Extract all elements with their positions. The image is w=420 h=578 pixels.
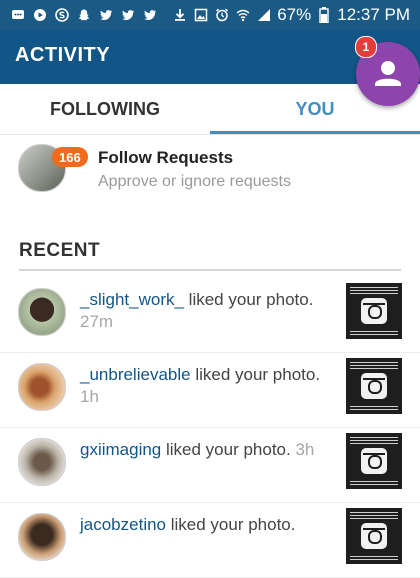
instagram-camera-icon xyxy=(361,448,387,474)
avatar[interactable] xyxy=(18,288,66,336)
notification-badge: 1 xyxy=(355,36,377,58)
activity-text: jacobzetino liked your photo. xyxy=(80,514,342,536)
thumb-footer xyxy=(350,330,398,336)
message-icon xyxy=(10,7,26,23)
snapchat-icon xyxy=(76,7,92,23)
activity-row[interactable]: _unbrelievable liked your photo. 1h xyxy=(0,353,420,428)
activity-action: liked your photo. xyxy=(190,365,321,384)
instagram-camera-icon xyxy=(361,373,387,399)
follow-requests-subtitle: Approve or ignore requests xyxy=(98,173,291,190)
thumb-caption xyxy=(350,511,398,519)
activity-row[interactable]: _slight_work_ liked your photo. 27m xyxy=(0,278,420,353)
alarm-icon xyxy=(214,7,230,23)
username-link[interactable]: gxiimaging xyxy=(80,440,161,459)
photo-thumbnail[interactable] xyxy=(346,358,402,414)
instagram-camera-icon xyxy=(361,298,387,324)
avatar[interactable] xyxy=(18,513,66,561)
thumb-footer xyxy=(350,405,398,411)
photo-thumbnail[interactable] xyxy=(346,433,402,489)
battery-icon xyxy=(316,7,332,23)
photo-thumbnail[interactable] xyxy=(346,283,402,339)
signal-icon xyxy=(256,7,272,23)
timestamp: 1h xyxy=(80,387,99,406)
photo-thumbnail[interactable] xyxy=(346,508,402,564)
activity-text: gxiimaging liked your photo. 3h xyxy=(80,439,342,461)
wifi-icon xyxy=(235,7,251,23)
thumb-caption xyxy=(350,436,398,444)
tab-following[interactable]: FOLLOWING xyxy=(0,84,210,134)
activity-action: liked your photo. xyxy=(183,290,314,309)
page-title: ACTIVITY xyxy=(15,44,111,66)
download-icon xyxy=(172,7,188,23)
follow-requests-row[interactable]: 166 Follow Requests Approve or ignore re… xyxy=(0,138,420,206)
activity-text: _unbrelievable liked your photo. 1h xyxy=(80,364,342,408)
activity-action: liked your photo. xyxy=(161,440,296,459)
avatar[interactable] xyxy=(18,438,66,486)
play-icon xyxy=(32,7,48,23)
thumb-footer xyxy=(350,555,398,561)
s-app-icon xyxy=(54,7,70,23)
clock: 12:37 PM xyxy=(337,5,410,24)
activity-row[interactable]: jacobzetino liked your photo. xyxy=(0,503,420,578)
thumb-footer xyxy=(350,480,398,486)
timestamp: 27m xyxy=(80,312,114,331)
twitter-icon xyxy=(98,7,114,23)
twitter-icon xyxy=(142,7,158,23)
follow-requests-title: Follow Requests xyxy=(98,148,234,167)
twitter-icon xyxy=(120,7,136,23)
system-icons: 67% 12:37 PM xyxy=(172,5,420,25)
notification-icons xyxy=(0,7,158,23)
activity-list: _slight_work_ liked your photo. 27m _unb… xyxy=(0,278,420,578)
timestamp: 3h xyxy=(295,440,315,459)
image-icon xyxy=(193,7,209,23)
username-link[interactable]: _slight_work_ xyxy=(80,290,184,309)
thumb-caption xyxy=(350,361,398,369)
activity-text: _slight_work_ liked your photo. 27m xyxy=(80,289,342,333)
divider xyxy=(19,269,401,271)
status-bar: 67% 12:37 PM xyxy=(0,0,420,30)
instagram-camera-icon xyxy=(361,523,387,549)
follow-request-count-badge: 166 xyxy=(52,147,88,167)
active-tab-indicator xyxy=(210,131,420,134)
thumb-caption xyxy=(350,286,398,294)
battery-level: 67% xyxy=(277,5,312,24)
section-header-recent: RECENT xyxy=(19,240,101,261)
avatar[interactable] xyxy=(18,363,66,411)
username-link[interactable]: _unbrelievable xyxy=(80,365,191,384)
activity-row[interactable]: gxiimaging liked your photo. 3h xyxy=(0,428,420,503)
